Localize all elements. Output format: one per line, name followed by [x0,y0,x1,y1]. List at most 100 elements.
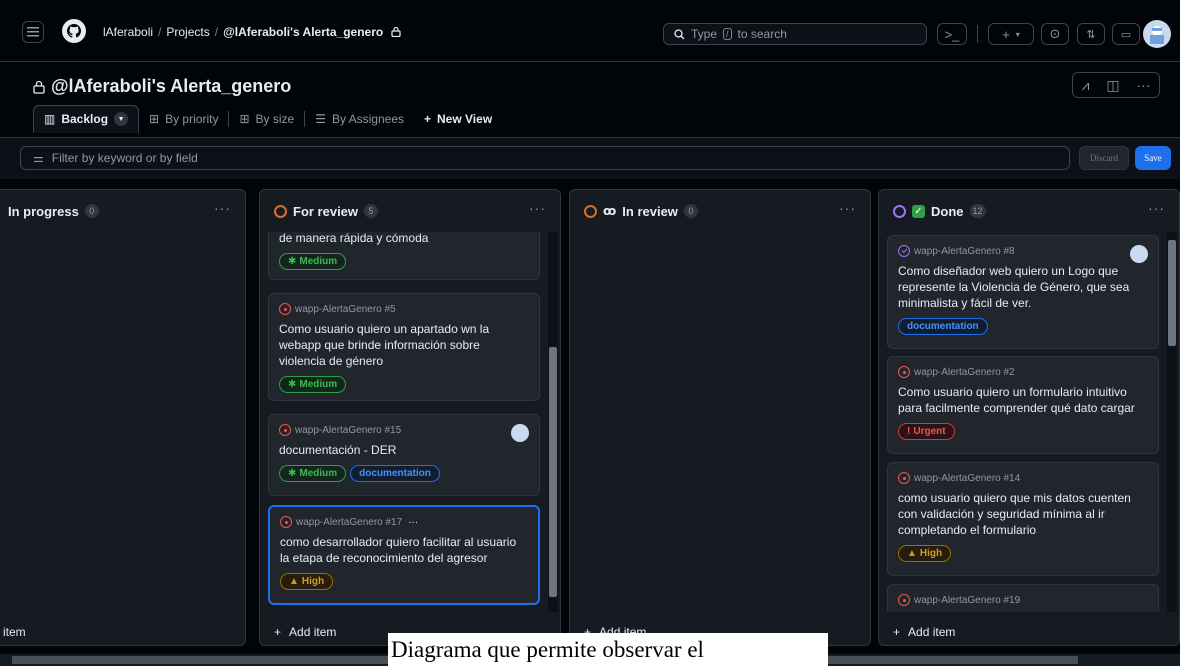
label-documentation: documentation [898,318,988,335]
card[interactable]: wapp-AlertaGenero #19 [887,584,1159,612]
column-in-review: ꝏ In review 0 ··· + Add item [569,189,871,646]
scrollbar-thumb[interactable] [1168,240,1176,346]
command-palette-button[interactable]: >_ [937,23,967,45]
plus-icon: + [893,625,901,639]
issue-open-icon [280,516,292,528]
high-priority-icon: ▲ [907,548,917,559]
card[interactable]: wapp-AlertaGenero #5 Como usuario quiero… [268,293,540,401]
search-input[interactable]: Type / to search [663,23,927,45]
tab-by-size[interactable]: ⊞ By size [229,105,304,133]
card[interactable]: wapp-AlertaGenero #14 como usuario quier… [887,462,1159,576]
card[interactable]: wapp-AlertaGenero #15 documentación - DE… [268,414,540,496]
add-item-button[interactable]: + Add item [893,625,955,639]
scrollbar[interactable] [1167,232,1177,612]
filter-icon: ⚌ [33,151,44,165]
issues-button[interactable]: ⊙ [1041,23,1069,45]
card-title: de manera rápida y cómoda [279,232,429,245]
filter-placeholder: Filter by keyword or by field [51,151,198,165]
terminal-icon: >_ [944,26,960,42]
chevron-down-icon[interactable]: ▼ [114,112,129,126]
menu-icon[interactable] [22,21,44,43]
board: In progress 0 ··· item For review 5 ··· … [0,179,1180,654]
tab-label: By Assignees [331,112,404,126]
label-medium: ✱ Medium [279,465,347,482]
breadcrumb-projects[interactable]: Projects [166,25,209,39]
inbox-icon: ▭ [1120,28,1132,41]
column-title: For review [293,203,359,219]
card-more-icon[interactable]: ··· [408,517,418,528]
more-icon[interactable]: ··· [1137,77,1151,93]
add-item-label: Add item [908,625,956,639]
filter-input[interactable]: ⚌ Filter by keyword or by field [20,146,1070,170]
card[interactable]: de manera rápida y cómoda ✱ Medium [268,232,540,280]
card[interactable]: wapp-AlertaGenero #2 Como usuario quiero… [887,356,1159,454]
board-icon: ▥ [44,112,56,126]
add-item-button[interactable]: item [3,625,26,639]
checkbox-icon: ✓ [912,204,925,218]
assignee-avatar[interactable] [511,424,529,442]
more-icon[interactable]: ··· [1148,200,1165,216]
discard-button[interactable]: Discard [1079,146,1129,170]
column-header: For review 5 [260,200,560,222]
breadcrumb-project[interactable]: @lAferaboli's Alerta_genero [223,25,383,39]
column-title: Done [931,203,964,219]
view-tabs: ▥ Backlog ▼ ⊞ By priority ⊞ By size ☰ By… [33,104,502,134]
more-icon[interactable]: ··· [214,200,231,216]
card-ref: wapp-AlertaGenero #19 [914,594,1021,606]
card-title: Como diseñador web quiero un Logo que re… [898,264,1130,310]
scrollbar-thumb[interactable] [549,347,557,597]
card-list: de manera rápida y cómoda ✱ Medium wapp-A… [268,232,540,612]
more-icon[interactable]: ··· [529,200,546,216]
add-item-button[interactable]: + Add item [274,625,336,639]
breadcrumb: lAferaboli / Projects / @lAferaboli's Alerta… [103,25,401,39]
insights-icon[interactable]: ⩘ [1081,77,1089,94]
github-logo-icon[interactable] [62,19,86,43]
new-view-button[interactable]: + New View [414,105,502,133]
issue-open-icon [898,594,910,606]
table-icon: ⊞ [239,112,250,126]
tab-backlog[interactable]: ▥ Backlog ▼ [33,105,140,133]
medium-priority-icon: ✱ [288,379,297,390]
create-new-button[interactable]: + ▾ [988,23,1034,45]
card-ref: wapp-AlertaGenero #5 [295,303,396,315]
breadcrumb-owner[interactable]: lAferaboli [103,25,153,39]
urgent-priority-icon: ! [907,426,911,437]
panel-icon[interactable]: ◫ [1106,77,1119,94]
card-title: Como usuario quiero un apartado wn la we… [279,322,490,368]
card-ref: wapp-AlertaGenero #15 [295,424,402,436]
pull-requests-button[interactable]: ⇅ [1077,23,1105,45]
more-icon[interactable]: ··· [839,200,856,216]
assignee-avatar[interactable] [1130,245,1148,263]
tab-by-priority[interactable]: ⊞ By priority [139,105,228,133]
issue-closed-icon [898,245,910,257]
label-high: ▲ High [280,573,334,590]
column-done: ✓ Done 12 ··· wapp-AlertaGenero #8 Como … [878,189,1180,646]
column-count: 12 [969,204,986,218]
column-header: In progress 0 [0,200,245,222]
column-count: 0 [84,204,99,218]
status-circle-icon [893,204,906,218]
column-in-progress: In progress 0 ··· item [0,189,246,646]
status-circle-icon [584,204,597,218]
plus-icon: + [424,112,432,126]
column-header: ✓ Done 12 [879,200,1179,222]
inbox-button[interactable]: ▭ [1112,23,1140,45]
card[interactable]: wapp-AlertaGenero #8 Como diseñador web … [887,235,1159,349]
label-documentation: documentation [350,465,440,482]
chevron-down-icon: ▾ [1015,29,1020,39]
search-shortcut: / [723,28,732,40]
column-for-review: For review 5 ··· de manera rápida y cómo… [259,189,561,646]
card-list: wapp-AlertaGenero #8 Como diseñador web … [887,232,1159,612]
project-actions: ⩘ ◫ ··· [1072,72,1160,98]
save-button[interactable]: Save [1135,146,1171,170]
project-title: @lAferaboli's Alerta_genero [51,76,292,96]
glasses-icon: ꝏ [603,204,617,218]
avatar[interactable] [1143,20,1171,48]
column-count: 0 [683,204,698,218]
card-selected[interactable]: wapp-AlertaGenero #17 ··· como desarrolla… [268,505,540,605]
card-title: Como usuario quiero un formulario intuit… [898,385,1135,415]
tab-by-assignees[interactable]: ☰ By Assignees [305,105,414,133]
card-ref: wapp-AlertaGenero #17 [296,516,403,528]
high-priority-icon: ▲ [289,576,299,587]
scrollbar[interactable] [548,232,558,612]
